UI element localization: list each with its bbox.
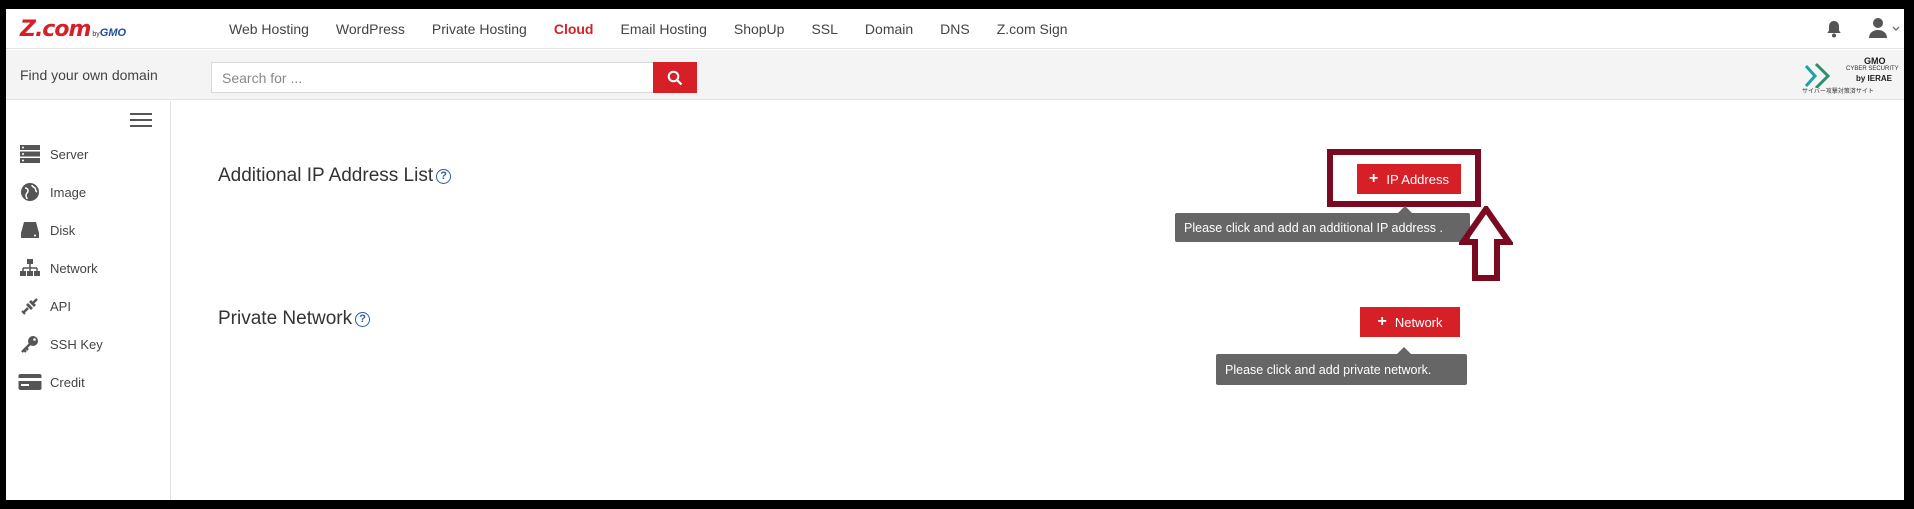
sidebar-item-image[interactable]: Image — [18, 180, 86, 204]
logo-main: Z.com — [20, 17, 91, 42]
disk-icon — [18, 219, 42, 241]
add-ip-address-label: IP Address — [1386, 171, 1449, 187]
sidebar-item-label: Disk — [50, 222, 76, 238]
server-icon — [18, 143, 42, 165]
credit-card-icon — [18, 371, 42, 393]
badge-japanese-text: サイバー攻撃対策済サイト — [1802, 89, 1874, 95]
hamburger-menu-icon[interactable] — [130, 113, 152, 129]
find-domain-label: Find your own domain — [20, 67, 158, 83]
key-icon — [18, 333, 42, 355]
ierae-logo-icon — [1804, 62, 1831, 88]
bell-icon[interactable] — [1824, 19, 1844, 39]
main-content: Additional IP Address List ? + IP Addres… — [172, 101, 1904, 500]
app-frame: Z.com by GMO Web Hosting WordPress Private… — [6, 9, 1904, 500]
plus-icon: + — [1369, 170, 1379, 187]
sidebar-item-label: SSH Key — [50, 336, 103, 352]
sidebar-item-api[interactable]: API — [18, 294, 71, 318]
nav-link-wordpress[interactable]: WordPress — [336, 21, 405, 37]
sidebar: Server Image Disk Network API SSH Key Cr… — [6, 101, 171, 500]
add-network-button[interactable]: + Network — [1360, 307, 1460, 337]
network-tooltip: Please click and add private network. — [1216, 347, 1467, 385]
sidebar-item-server[interactable]: Server — [18, 142, 88, 166]
logo-by: by — [92, 31, 100, 38]
nav-links: Web Hosting WordPress Private Hosting Cloud… — [229, 9, 1095, 49]
logo-gmo: GMO — [99, 27, 127, 39]
cyber-security-badge: GMO CYBER SECURITY by IERAE サイバー攻撃対策済サイト — [1802, 56, 1899, 96]
nav-link-domain[interactable]: Domain — [865, 21, 913, 37]
sidebar-item-network[interactable]: Network — [18, 256, 98, 280]
nav-link-z-com-sign[interactable]: Z.com Sign — [997, 21, 1068, 37]
api-icon — [18, 295, 42, 317]
user-avatar-icon[interactable] — [1868, 17, 1900, 39]
nav-link-web-hosting[interactable]: Web Hosting — [229, 21, 309, 37]
nav-link-email-hosting[interactable]: Email Hosting — [620, 21, 706, 37]
sidebar-item-label: Server — [50, 146, 89, 162]
search-icon — [667, 70, 683, 85]
ip-address-tooltip-text: Please click and add an additional IP ad… — [1184, 220, 1443, 235]
ip-address-tooltip: Please click and add an additional IP ad… — [1175, 206, 1470, 242]
nav-link-private-hosting[interactable]: Private Hosting — [432, 21, 527, 37]
domain-search-input[interactable] — [211, 62, 655, 93]
network-section-title: Private Network ? — [218, 308, 371, 330]
sidebar-item-credit[interactable]: Credit — [18, 370, 85, 394]
add-ip-address-button[interactable]: + IP Address — [1357, 164, 1461, 194]
ip-section-title: Additional IP Address List ? — [218, 165, 452, 187]
network-section-title-text: Private Network — [218, 308, 353, 329]
nav-link-ssl[interactable]: SSL — [811, 21, 837, 37]
nav-link-dns[interactable]: DNS — [940, 21, 970, 37]
help-icon[interactable]: ? — [436, 168, 452, 184]
sidebar-item-label: API — [50, 298, 71, 314]
help-icon[interactable]: ? — [355, 311, 371, 327]
globe-icon — [18, 181, 42, 203]
arrow-up-annotation-icon — [1459, 206, 1513, 281]
sidebar-item-label: Credit — [50, 374, 85, 390]
search-button[interactable] — [653, 62, 697, 93]
ip-section-title-text: Additional IP Address List — [218, 165, 434, 186]
plus-icon: + — [1377, 313, 1387, 330]
sidebar-item-disk[interactable]: Disk — [18, 218, 75, 242]
nav-link-cloud[interactable]: Cloud — [554, 21, 594, 37]
badge-gmo: GMO — [1864, 56, 1886, 66]
sidebar-item-ssh-key[interactable]: SSH Key — [18, 332, 103, 356]
zcom-logo[interactable]: Z.com by GMO — [20, 15, 126, 41]
badge-cyber-security: CYBER SECURITY — [1846, 66, 1899, 72]
network-tooltip-text: Please click and add private network. — [1225, 362, 1432, 377]
add-network-label: Network — [1394, 314, 1443, 330]
top-nav: Z.com by GMO Web Hosting WordPress Private… — [6, 9, 1904, 49]
network-icon — [18, 257, 42, 279]
sidebar-item-label: Network — [50, 260, 98, 276]
sidebar-item-label: Image — [50, 184, 87, 200]
domain-search-bar: Find your own domain GMO CYBER SECURITY … — [6, 50, 1904, 100]
nav-link-shopup[interactable]: ShopUp — [734, 21, 785, 37]
badge-ierae: by IERAE — [1856, 74, 1893, 83]
